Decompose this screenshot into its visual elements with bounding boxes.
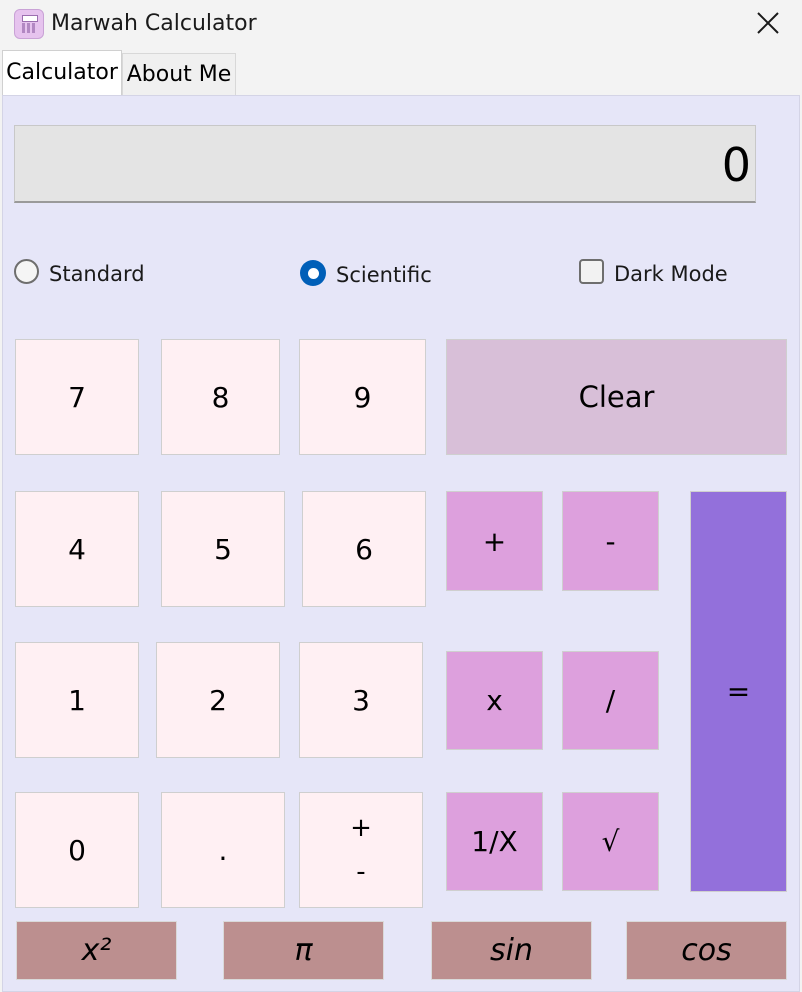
standard-label: Standard xyxy=(49,262,145,286)
plus-minus-top: + xyxy=(350,813,372,843)
decimal-point-button[interactable]: . xyxy=(161,792,285,908)
cos-button[interactable]: cos xyxy=(626,921,787,980)
divide-button[interactable]: / xyxy=(562,651,659,750)
sin-button[interactable]: sin xyxy=(431,921,592,980)
key-8[interactable]: 8 xyxy=(161,339,280,455)
key-1[interactable]: 1 xyxy=(15,642,139,758)
key-7[interactable]: 7 xyxy=(15,339,139,455)
tab-about-me[interactable]: About Me xyxy=(122,53,236,95)
window-title: Marwah Calculator xyxy=(51,11,257,36)
multiply-button[interactable]: x xyxy=(446,651,543,750)
key-2[interactable]: 2 xyxy=(156,642,280,758)
key-0[interactable]: 0 xyxy=(15,792,139,908)
close-icon[interactable] xyxy=(740,0,796,46)
subtract-button[interactable]: - xyxy=(562,491,659,591)
reciprocal-button[interactable]: 1/X xyxy=(446,792,543,891)
dark-mode-checkbox[interactable] xyxy=(579,259,604,284)
equals-button[interactable]: = xyxy=(690,491,787,892)
square-button[interactable]: x² xyxy=(16,921,177,980)
plus-minus-bottom: - xyxy=(356,857,366,887)
scientific-label: Scientific xyxy=(336,263,432,287)
dark-mode-label: Dark Mode xyxy=(614,262,728,286)
pi-button[interactable]: π xyxy=(223,921,384,980)
tab-calculator[interactable]: Calculator xyxy=(2,50,122,96)
scientific-radio[interactable] xyxy=(300,260,326,286)
key-3[interactable]: 3 xyxy=(299,642,423,758)
standard-radio[interactable] xyxy=(14,259,39,284)
calculator-app-icon xyxy=(14,9,44,39)
clear-button[interactable]: Clear xyxy=(446,339,787,455)
key-6[interactable]: 6 xyxy=(302,491,426,607)
square-root-button[interactable]: √ xyxy=(562,792,659,891)
key-4[interactable]: 4 xyxy=(15,491,139,607)
key-9[interactable]: 9 xyxy=(299,339,426,455)
result-display: 0 xyxy=(14,125,756,203)
key-5[interactable]: 5 xyxy=(161,491,285,607)
add-button[interactable]: + xyxy=(446,491,543,591)
plus-minus-button[interactable]: + - xyxy=(299,792,423,908)
